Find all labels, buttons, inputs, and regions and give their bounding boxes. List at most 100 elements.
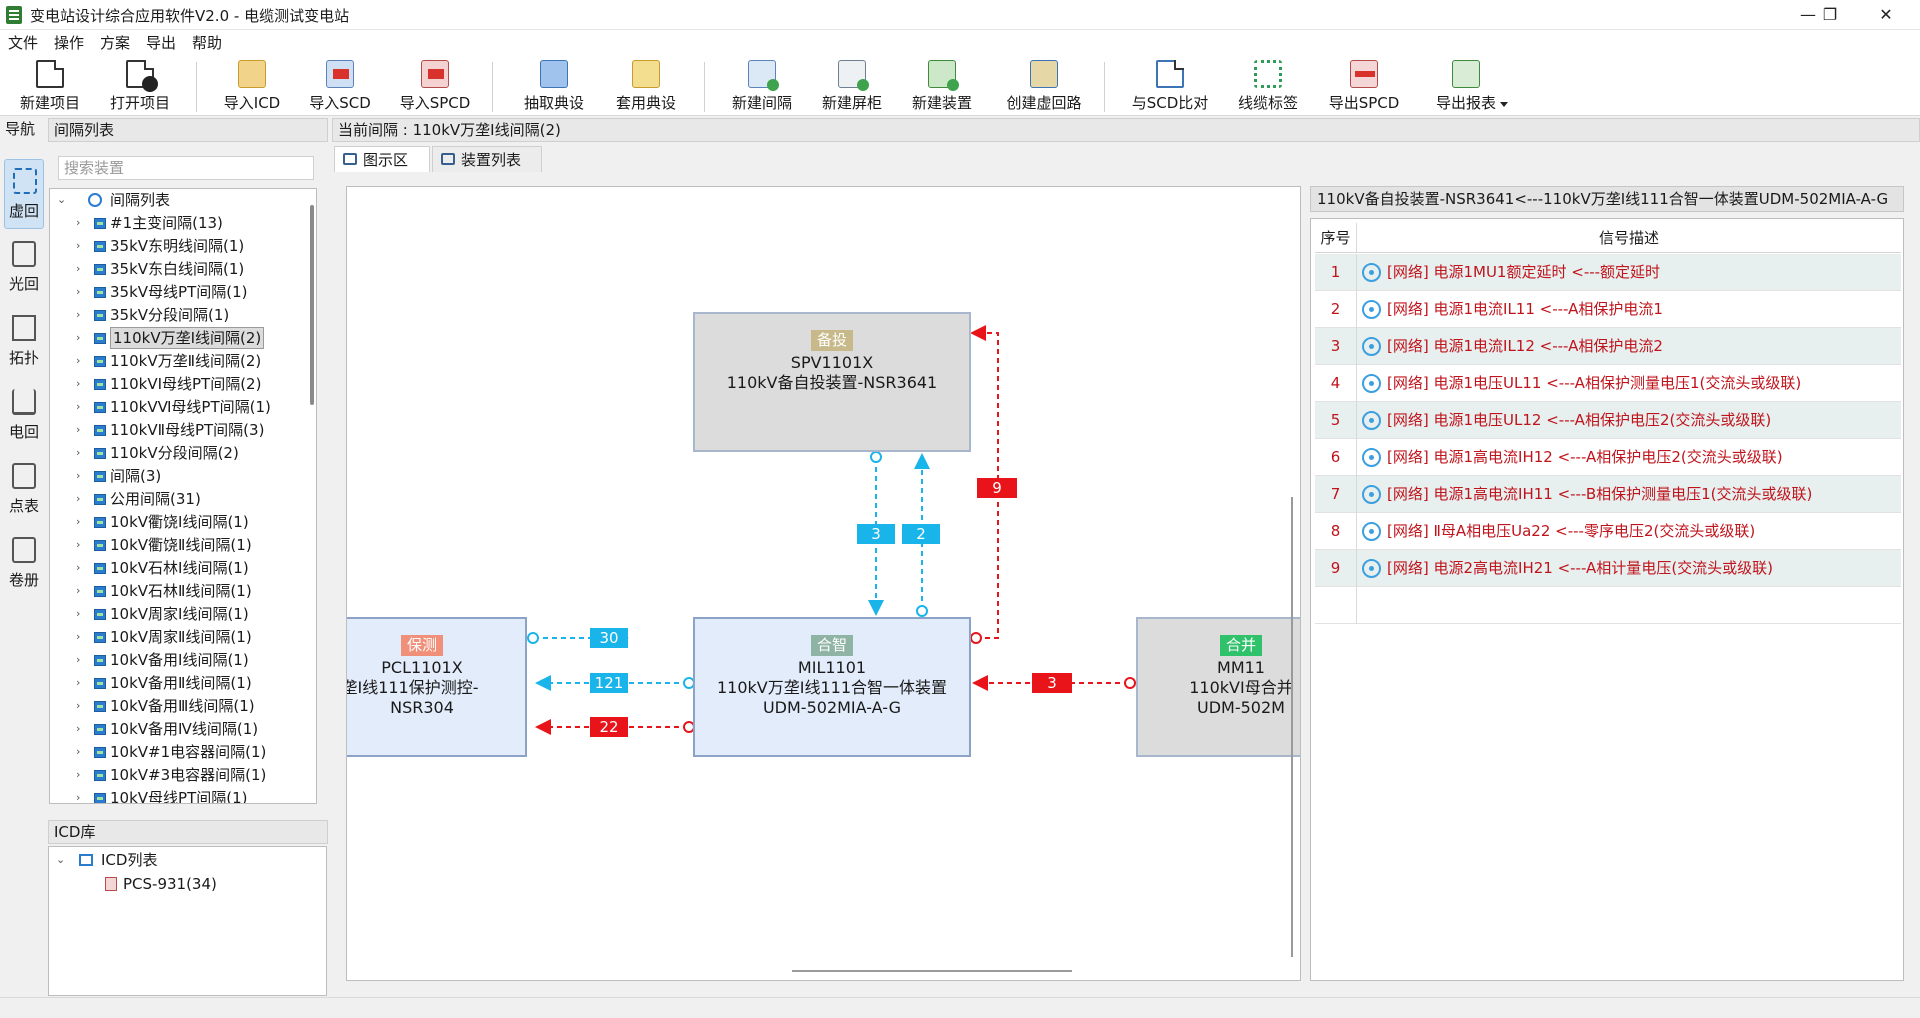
menu-file[interactable]: 文件: [8, 32, 38, 53]
chevron-right-icon[interactable]: ›: [76, 626, 88, 648]
tab-device-list[interactable]: 装置列表: [432, 146, 542, 172]
chevron-right-icon[interactable]: ›: [76, 695, 88, 717]
device-node-mm[interactable]: 合并 MM11 110kVⅠ母合并 UDM-502M: [1136, 617, 1300, 757]
icd-tree[interactable]: ⌄ ICD列表 PCS-931(34): [48, 846, 327, 996]
nav-item-volume[interactable]: 卷册: [4, 529, 44, 599]
link-label[interactable]: 9: [977, 478, 1017, 498]
signal-table[interactable]: 序号 信号描述 1 [网络] 电源1MU1额定延时 <---额定延时 2 [网络] 电…: [1310, 218, 1904, 981]
open-project-button[interactable]: 打开项目: [100, 58, 180, 114]
import-icd-button[interactable]: 导入ICD: [212, 58, 292, 114]
signal-row[interactable]: 2 [网络] 电源1电流IL11 <---A相保护电流1: [1315, 291, 1901, 328]
chevron-right-icon[interactable]: ›: [76, 350, 88, 372]
chevron-right-icon[interactable]: ›: [76, 281, 88, 303]
chevron-right-icon[interactable]: ›: [76, 603, 88, 625]
chevron-right-icon[interactable]: ›: [76, 396, 88, 418]
export-report-button[interactable]: 导出报表: [1418, 58, 1514, 114]
export-spcd-button[interactable]: 导出SPCD: [1316, 58, 1412, 114]
device-node-pcl[interactable]: 保测 PCL1101X 万垄Ⅰ线111保护测控- NSR304: [347, 617, 527, 757]
import-spcd-button[interactable]: 导入SPCD: [390, 58, 480, 114]
new-device-button[interactable]: 新建装置: [900, 58, 984, 114]
cable-label-button[interactable]: 线缆标签: [1226, 58, 1310, 114]
signal-no: 6: [1315, 439, 1357, 476]
chevron-right-icon[interactable]: ›: [76, 764, 88, 786]
dropdown-arrow-icon[interactable]: [1500, 102, 1508, 107]
icd-library-header: ICD库: [48, 820, 328, 844]
col-header-no[interactable]: 序号: [1315, 223, 1357, 253]
link-label[interactable]: 22: [590, 717, 628, 737]
signal-row[interactable]: 7 [网络] 电源1高电流IH11 <---B相保护测量电压1(交流头或级联): [1315, 476, 1901, 513]
chevron-right-icon[interactable]: ›: [76, 373, 88, 395]
bay-icon: [94, 678, 106, 689]
chevron-right-icon[interactable]: ›: [76, 672, 88, 694]
icd-list-icon: [79, 854, 93, 866]
device-node-spv[interactable]: 备投 SPV1101X 110kV备自投装置-NSR3641: [693, 312, 971, 452]
link-label[interactable]: 121: [590, 673, 628, 693]
apply-template-button[interactable]: 套用典设: [604, 58, 688, 114]
chevron-right-icon[interactable]: ›: [76, 718, 88, 740]
signal-no: 3: [1315, 328, 1357, 365]
signal-row[interactable]: 5 [网络] 电源1电压UL12 <---A相保护电压2(交流头或级联): [1315, 402, 1901, 439]
maximize-button[interactable]: ❐: [1802, 0, 1858, 30]
nav-item-electric-circuit[interactable]: 电回: [4, 381, 44, 451]
signal-row[interactable]: 9 [网络] 电源2高电流IH21 <---A相计量电压(交流头或级联): [1315, 550, 1901, 587]
new-project-icon: [36, 60, 64, 88]
chevron-down-icon[interactable]: ⌄: [57, 189, 69, 211]
nav-item-optical-circuit[interactable]: 光回: [4, 233, 44, 303]
signal-row[interactable]: 3 [网络] 电源1电流IL12 <---A相保护电流2: [1315, 328, 1901, 365]
menu-scheme[interactable]: 方案: [100, 32, 130, 53]
link-label[interactable]: 3: [857, 524, 895, 544]
chevron-right-icon[interactable]: ›: [76, 442, 88, 464]
extract-template-button[interactable]: 抽取典设: [512, 58, 596, 114]
menu-operate[interactable]: 操作: [54, 32, 84, 53]
chevron-right-icon[interactable]: ›: [76, 327, 88, 349]
device-node-mil[interactable]: 合智 MIL1101 110kV万垄Ⅰ线111合智一体装置 UDM-502MIA…: [693, 617, 971, 757]
tab-diagram[interactable]: 图示区: [334, 146, 430, 172]
signal-row[interactable]: 1 [网络] 电源1MU1额定延时 <---额定延时: [1315, 254, 1901, 291]
signal-row[interactable]: 6 [网络] 电源1高电流IH12 <---A相保护电压2(交流头或级联): [1315, 439, 1901, 476]
chevron-right-icon[interactable]: ›: [76, 741, 88, 763]
chevron-right-icon[interactable]: ›: [76, 534, 88, 556]
search-input[interactable]: 搜索装置: [58, 156, 314, 180]
cable-label-icon: [1254, 60, 1282, 88]
chevron-right-icon[interactable]: ›: [76, 465, 88, 487]
signal-desc: [网络] 电源1MU1额定延时 <---额定延时: [1387, 263, 1661, 281]
col-header-desc[interactable]: 信号描述: [1357, 223, 1901, 253]
new-bay-button[interactable]: 新建间隔: [720, 58, 804, 114]
chevron-right-icon[interactable]: ›: [76, 580, 88, 602]
canvas-vscrollbar[interactable]: [1291, 497, 1293, 957]
new-cabinet-button[interactable]: 新建屏柜: [810, 58, 894, 114]
chevron-right-icon[interactable]: ›: [76, 488, 88, 510]
signal-row[interactable]: 4 [网络] 电源1电压UL11 <---A相保护测量电压1(交流头或级联): [1315, 365, 1901, 402]
tree-scrollbar[interactable]: [310, 205, 314, 405]
create-virtual-circuit-button[interactable]: 创建虚回路: [994, 58, 1094, 114]
chevron-right-icon[interactable]: ›: [76, 787, 88, 803]
link-label[interactable]: 2: [902, 524, 940, 544]
signal-row[interactable]: 8 [网络] Ⅱ母A相电压Ua22 <---零序电压2(交流头或级联): [1315, 513, 1901, 550]
link-label[interactable]: 3: [1032, 673, 1072, 693]
chevron-right-icon[interactable]: ›: [76, 258, 88, 280]
diagram-canvas[interactable]: 备投 SPV1101X 110kV备自投装置-NSR3641 保测 PCL110…: [346, 186, 1301, 981]
chevron-right-icon[interactable]: ›: [76, 304, 88, 326]
chevron-right-icon[interactable]: ›: [76, 212, 88, 234]
nav-item-topology[interactable]: 拓扑: [4, 307, 44, 377]
menu-help[interactable]: 帮助: [192, 32, 222, 53]
bay-tree[interactable]: ⌄ 间隔列表 › #1主变间隔(13) › 35kV东明线间隔(1) › 35kV东白线间…: [49, 188, 317, 804]
chevron-right-icon[interactable]: ›: [76, 419, 88, 441]
compare-scd-button[interactable]: 与SCD比对: [1122, 58, 1218, 114]
chevron-right-icon[interactable]: ›: [76, 511, 88, 533]
new-project-button[interactable]: 新建项目: [10, 58, 90, 114]
chevron-right-icon[interactable]: ›: [76, 235, 88, 257]
import-spcd-icon: [421, 60, 449, 88]
chevron-right-icon[interactable]: ›: [76, 557, 88, 579]
nav-item-point-table[interactable]: 点表: [4, 455, 44, 525]
import-scd-button[interactable]: 导入SCD: [300, 58, 380, 114]
canvas-hscrollbar[interactable]: [792, 970, 1072, 972]
link-label[interactable]: 30: [590, 628, 628, 648]
signal-row-empty: [1315, 587, 1901, 624]
nav-item-virtual-circuit[interactable]: 虚回: [4, 159, 44, 229]
menu-export[interactable]: 导出: [146, 32, 176, 53]
close-button[interactable]: ✕: [1858, 0, 1914, 30]
compare-scd-icon: [1156, 60, 1184, 88]
chevron-down-icon[interactable]: ⌄: [56, 849, 68, 871]
chevron-right-icon[interactable]: ›: [76, 649, 88, 671]
